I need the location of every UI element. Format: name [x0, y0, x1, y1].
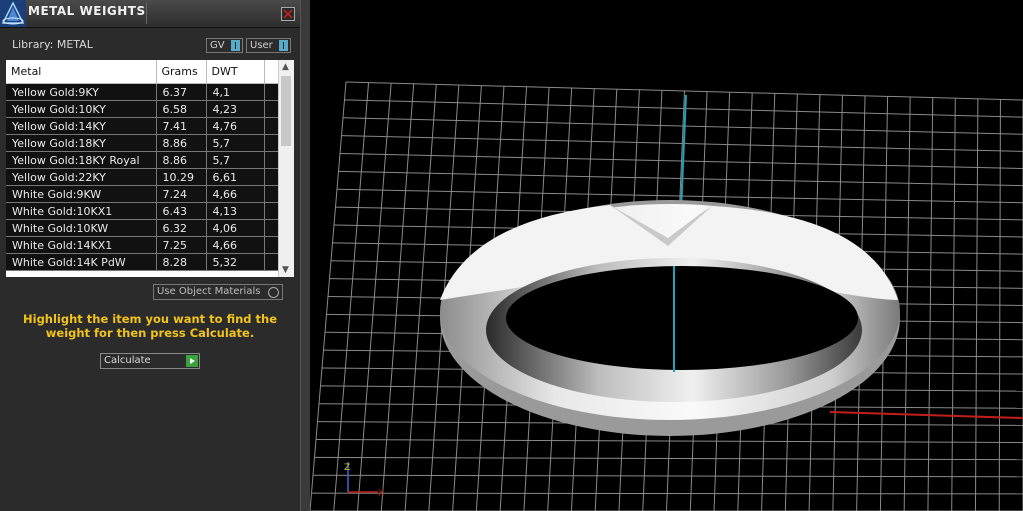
toggle-switch-icon	[231, 40, 240, 51]
table-row[interactable]: Yellow Gold:9KY 6.37 4,1	[6, 83, 279, 101]
viewport-canvas[interactable]: Z X	[310, 0, 1023, 511]
cell-metal: White Gold:10KX1	[6, 202, 157, 220]
table-row[interactable]: White Gold:10KW 6.32 4,06	[6, 219, 279, 237]
table-row[interactable]: Yellow Gold:18KY 8.86 5,7	[6, 134, 279, 152]
column-header-filler	[264, 60, 279, 84]
panel-title: METAL WEIGHTS	[28, 4, 146, 18]
table-row[interactable]: White Gold:14K PdW 8.28 5,32	[6, 253, 279, 271]
table-scrollbar[interactable]: ▲ ▼	[278, 60, 294, 277]
panel-titlebar: METAL WEIGHTS	[0, 0, 300, 28]
table-row[interactable]: Yellow Gold:10KY 6.58 4,23	[6, 100, 279, 118]
cell-grams: 7.25	[156, 236, 207, 254]
cell-dwt: 4,66	[206, 185, 265, 203]
cell-grams: 8.86	[156, 134, 207, 152]
cell-metal: White Gold:9KW	[6, 185, 157, 203]
instruction-text: Highlight the item you want to find the …	[23, 312, 277, 340]
pyramid-logo-icon	[0, 0, 26, 27]
column-header-metal[interactable]: Metal	[6, 60, 157, 84]
cell-dwt: 4,06	[206, 219, 265, 237]
cell-metal: White Gold:14K PdW	[6, 253, 157, 271]
cell-dwt: 4,13	[206, 202, 265, 220]
cell-dwt: 4,1	[206, 83, 265, 101]
cell-filler	[264, 236, 279, 254]
user-toggle[interactable]: User	[246, 38, 291, 53]
column-header-dwt[interactable]: DWT	[206, 60, 265, 84]
user-toggle-label: User	[250, 40, 273, 51]
cell-grams: 7.41	[156, 117, 207, 135]
table-row[interactable]: White Gold:10KX1 6.43 4,13	[6, 202, 279, 220]
column-header-grams[interactable]: Grams	[156, 60, 207, 84]
cell-grams: 8.86	[156, 151, 207, 169]
cell-grams: 6.43	[156, 202, 207, 220]
cell-dwt: 5,7	[206, 134, 265, 152]
cell-filler	[264, 168, 279, 186]
cell-grams: 6.58	[156, 100, 207, 118]
cell-dwt: 5,32	[206, 253, 265, 271]
chevron-up-icon[interactable]: ▲	[282, 62, 289, 72]
cell-filler	[264, 83, 279, 101]
cell-metal: Yellow Gold:14KY	[6, 117, 157, 135]
gizmo-z-label: Z	[344, 463, 350, 473]
cell-grams: 6.32	[156, 219, 207, 237]
cell-filler	[264, 151, 279, 169]
cell-dwt: 4,76	[206, 117, 265, 135]
scrollbar-thumb[interactable]	[281, 76, 291, 146]
chevron-down-icon[interactable]: ▼	[282, 265, 289, 275]
play-arrow-icon	[186, 355, 198, 367]
3d-viewport[interactable]: Z X	[310, 0, 1023, 511]
radio-icon[interactable]	[268, 287, 279, 298]
table-row[interactable]: White Gold:14KX1 7.25 4,66	[6, 236, 279, 254]
cell-dwt: 4,66	[206, 236, 265, 254]
calculate-label: Calculate	[104, 355, 151, 366]
cell-filler	[264, 253, 279, 271]
table-row[interactable]: Yellow Gold:14KY 7.41 4,76	[6, 117, 279, 135]
use-object-materials-option[interactable]: Use Object Materials	[153, 284, 283, 300]
cell-metal: Yellow Gold:18KY Royal	[6, 151, 157, 169]
cell-filler	[264, 117, 279, 135]
cell-dwt: 6,61	[206, 168, 265, 186]
cell-grams: 10.29	[156, 168, 207, 186]
cell-dwt: 4,23	[206, 100, 265, 118]
cell-metal: Yellow Gold:18KY	[6, 134, 157, 152]
cell-metal: Yellow Gold:10KY	[6, 100, 157, 118]
cell-metal: Yellow Gold:22KY	[6, 168, 157, 186]
cell-filler	[264, 185, 279, 203]
cell-filler	[264, 134, 279, 152]
cell-filler	[264, 219, 279, 237]
table-row[interactable]: Yellow Gold:22KY 10.29 6,61	[6, 168, 279, 186]
gv-toggle-label: GV	[210, 40, 225, 51]
cell-dwt: 5,7	[206, 151, 265, 169]
cell-metal: White Gold:10KW	[6, 219, 157, 237]
title-separator	[146, 3, 147, 24]
close-button[interactable]	[281, 7, 295, 21]
table-row[interactable]: Yellow Gold:18KY Royal 8.86 5,7	[6, 151, 279, 169]
gizmo-x-label: X	[378, 489, 384, 499]
table-row[interactable]: White Gold:9KW 7.24 4,66	[6, 185, 279, 203]
cell-grams: 8.28	[156, 253, 207, 271]
cell-metal: Yellow Gold:9KY	[6, 83, 157, 101]
ring-model[interactable]	[440, 200, 900, 436]
cell-metal: White Gold:14KX1	[6, 236, 157, 254]
toggle-switch-icon	[279, 40, 288, 51]
gv-toggle[interactable]: GV	[206, 38, 243, 53]
use-object-materials-label: Use Object Materials	[157, 286, 261, 297]
metal-table[interactable]: Metal Grams DWT Yellow Gold:9KY 6.37 4,1 Ye…	[6, 60, 294, 277]
metal-weights-panel: METAL WEIGHTS Library: METAL GV User Met…	[0, 0, 300, 511]
cell-filler	[264, 100, 279, 118]
cell-filler	[264, 202, 279, 220]
cell-grams: 6.37	[156, 83, 207, 101]
cell-grams: 7.24	[156, 185, 207, 203]
close-icon	[283, 9, 293, 19]
calculate-button[interactable]: Calculate	[100, 353, 200, 369]
library-label: Library: METAL	[12, 38, 93, 51]
